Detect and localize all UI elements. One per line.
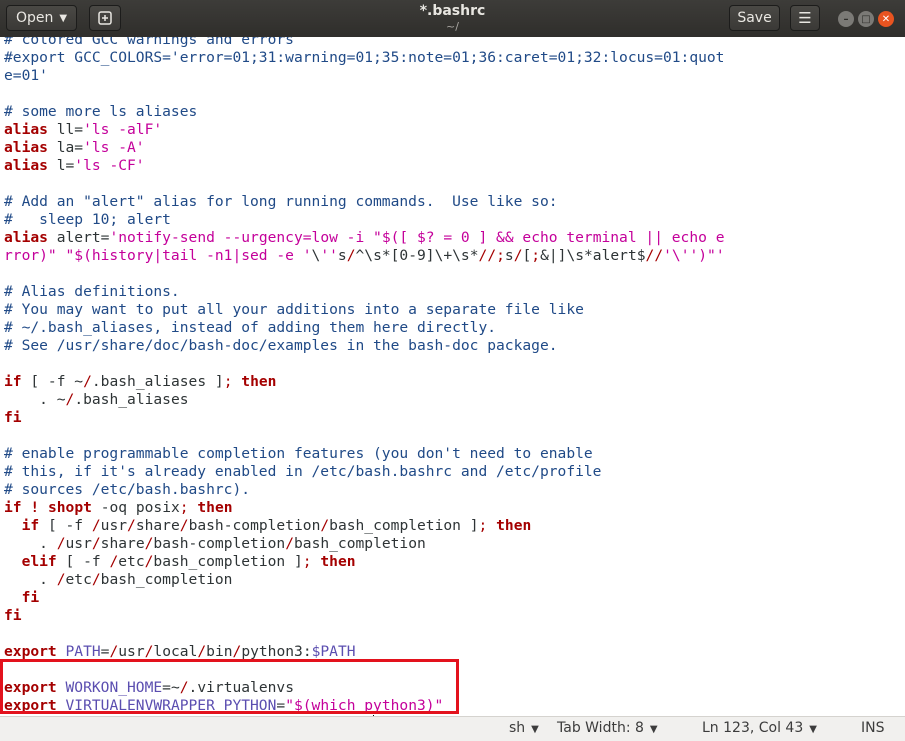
text-editor[interactable]: # colored GCC warnings and errors #expor… — [0, 37, 905, 716]
status-bar: sh ▼ Tab Width: 8 ▼ Ln 123, Col 43 ▼ INS — [0, 716, 905, 741]
language-selector[interactable]: sh ▼ — [509, 720, 539, 736]
code-content[interactable]: # colored GCC warnings and errors #expor… — [4, 37, 725, 716]
tab-width-label: Tab Width: 8 — [557, 720, 644, 736]
menu-button[interactable]: ☰ — [790, 5, 820, 31]
insert-mode-indicator: INS — [861, 720, 885, 736]
dropdown-arrow-icon: ▼ — [649, 724, 658, 735]
tab-width-selector[interactable]: Tab Width: 8 ▼ — [557, 720, 658, 736]
title-bar: Open ▼ *.bashrc ~/ Save ☰ – □ ✕ — [0, 0, 905, 38]
hamburger-menu-icon: ☰ — [798, 9, 812, 27]
maximize-button[interactable]: □ — [858, 11, 874, 27]
close-button[interactable]: ✕ — [878, 11, 894, 27]
highlight-box — [0, 659, 459, 714]
close-icon: ✕ — [881, 13, 891, 25]
minimize-button[interactable]: – — [838, 11, 854, 27]
cursor-position-label: Ln 123, Col 43 — [702, 720, 804, 736]
dropdown-arrow-icon: ▼ — [809, 724, 817, 735]
maximize-icon: □ — [861, 13, 871, 25]
dropdown-arrow-icon: ▼ — [531, 724, 539, 735]
save-button[interactable]: Save — [729, 5, 780, 31]
language-label: sh — [509, 720, 526, 736]
cursor-position[interactable]: Ln 123, Col 43 ▼ — [702, 720, 817, 736]
minimize-icon: – — [843, 13, 849, 25]
